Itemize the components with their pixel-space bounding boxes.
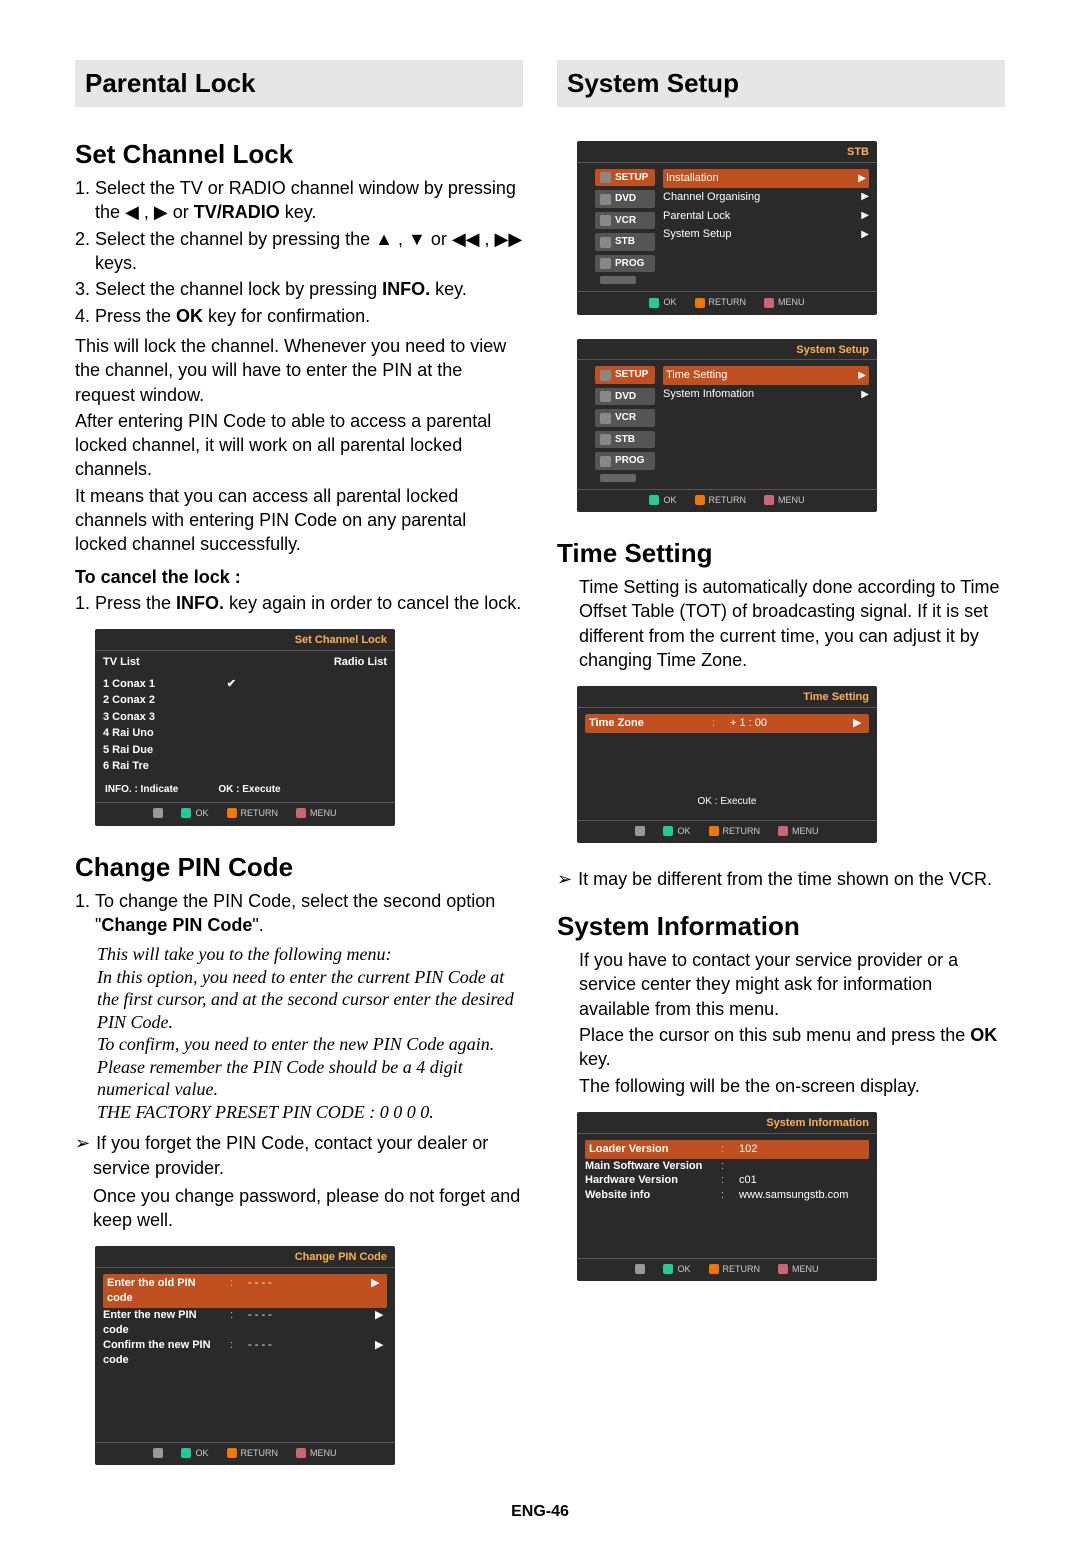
osd-set-channel-lock: Set Channel Lock TV List Radio List 1 Co…: [95, 629, 395, 825]
pin-forget-note: If you forget the PIN Code, contact your…: [93, 1131, 523, 1180]
remote-icon: [600, 474, 636, 482]
prog-icon: [600, 258, 611, 269]
remote-icon: [600, 276, 636, 284]
pin-remember-note: Once you change password, please do not …: [93, 1184, 523, 1233]
setup-icon: [600, 370, 611, 381]
cancel-lock-title: To cancel the lock :: [75, 565, 523, 589]
stb-icon: [600, 237, 611, 248]
scl-para3: It means that you can access all parenta…: [75, 484, 523, 557]
vcr-icon: [600, 413, 611, 424]
time-note: It may be different from the time shown …: [575, 867, 1005, 891]
change-pin-italic-note: This will take you to the following menu…: [97, 943, 523, 1123]
page-number: ENG-46: [75, 1501, 1005, 1523]
set-channel-lock-steps: Select the TV or RADIO channel window by…: [75, 176, 523, 328]
dvd-icon: [600, 194, 611, 205]
sysinfo-para3: The following will be the on-screen disp…: [579, 1074, 1005, 1098]
header-system-setup: System Setup: [557, 60, 1005, 107]
remote-icon: [635, 1264, 645, 1274]
remote-icon: [153, 808, 163, 818]
check-icon: ✔: [227, 676, 236, 693]
vcr-icon: [600, 215, 611, 226]
prog-icon: [600, 456, 611, 467]
change-pin-steps: To change the PIN Code, select the secon…: [75, 889, 523, 938]
osd-system-setup-menu: System Setup SETUP DVD VCR STB PROG Time…: [577, 339, 877, 512]
remote-icon: [635, 826, 645, 836]
osd-change-pin: Change PIN Code Enter the old PIN code:-…: [95, 1246, 395, 1465]
sysinfo-para1: If you have to contact your service prov…: [579, 948, 1005, 1021]
heading-change-pin: Change PIN Code: [75, 850, 523, 885]
osd-stb-menu: STB SETUP DVD VCR STB PROG Installation▶…: [577, 141, 877, 314]
osd-time-setting: Time Setting Time Zone:+ 1 : 00▶ OK : Ex…: [577, 686, 877, 842]
cancel-lock-steps: Press the INFO. key again in order to ca…: [75, 591, 523, 615]
heading-set-channel-lock: Set Channel Lock: [75, 137, 523, 172]
header-parental-lock: Parental Lock: [75, 60, 523, 107]
heading-system-information: System Information: [557, 909, 1005, 944]
stb-icon: [600, 434, 611, 445]
scl-para2: After entering PIN Code to able to acces…: [75, 409, 523, 482]
sysinfo-para2: Place the cursor on this sub menu and pr…: [579, 1023, 1005, 1072]
scl-para1: This will lock the channel. Whenever you…: [75, 334, 523, 407]
osd-system-information: System Information Loader Version:102 Ma…: [577, 1112, 877, 1281]
dvd-icon: [600, 391, 611, 402]
time-setting-para: Time Setting is automatically done accor…: [579, 575, 1005, 672]
remote-icon: [153, 1448, 163, 1458]
heading-time-setting: Time Setting: [557, 536, 1005, 571]
setup-icon: [600, 172, 611, 183]
